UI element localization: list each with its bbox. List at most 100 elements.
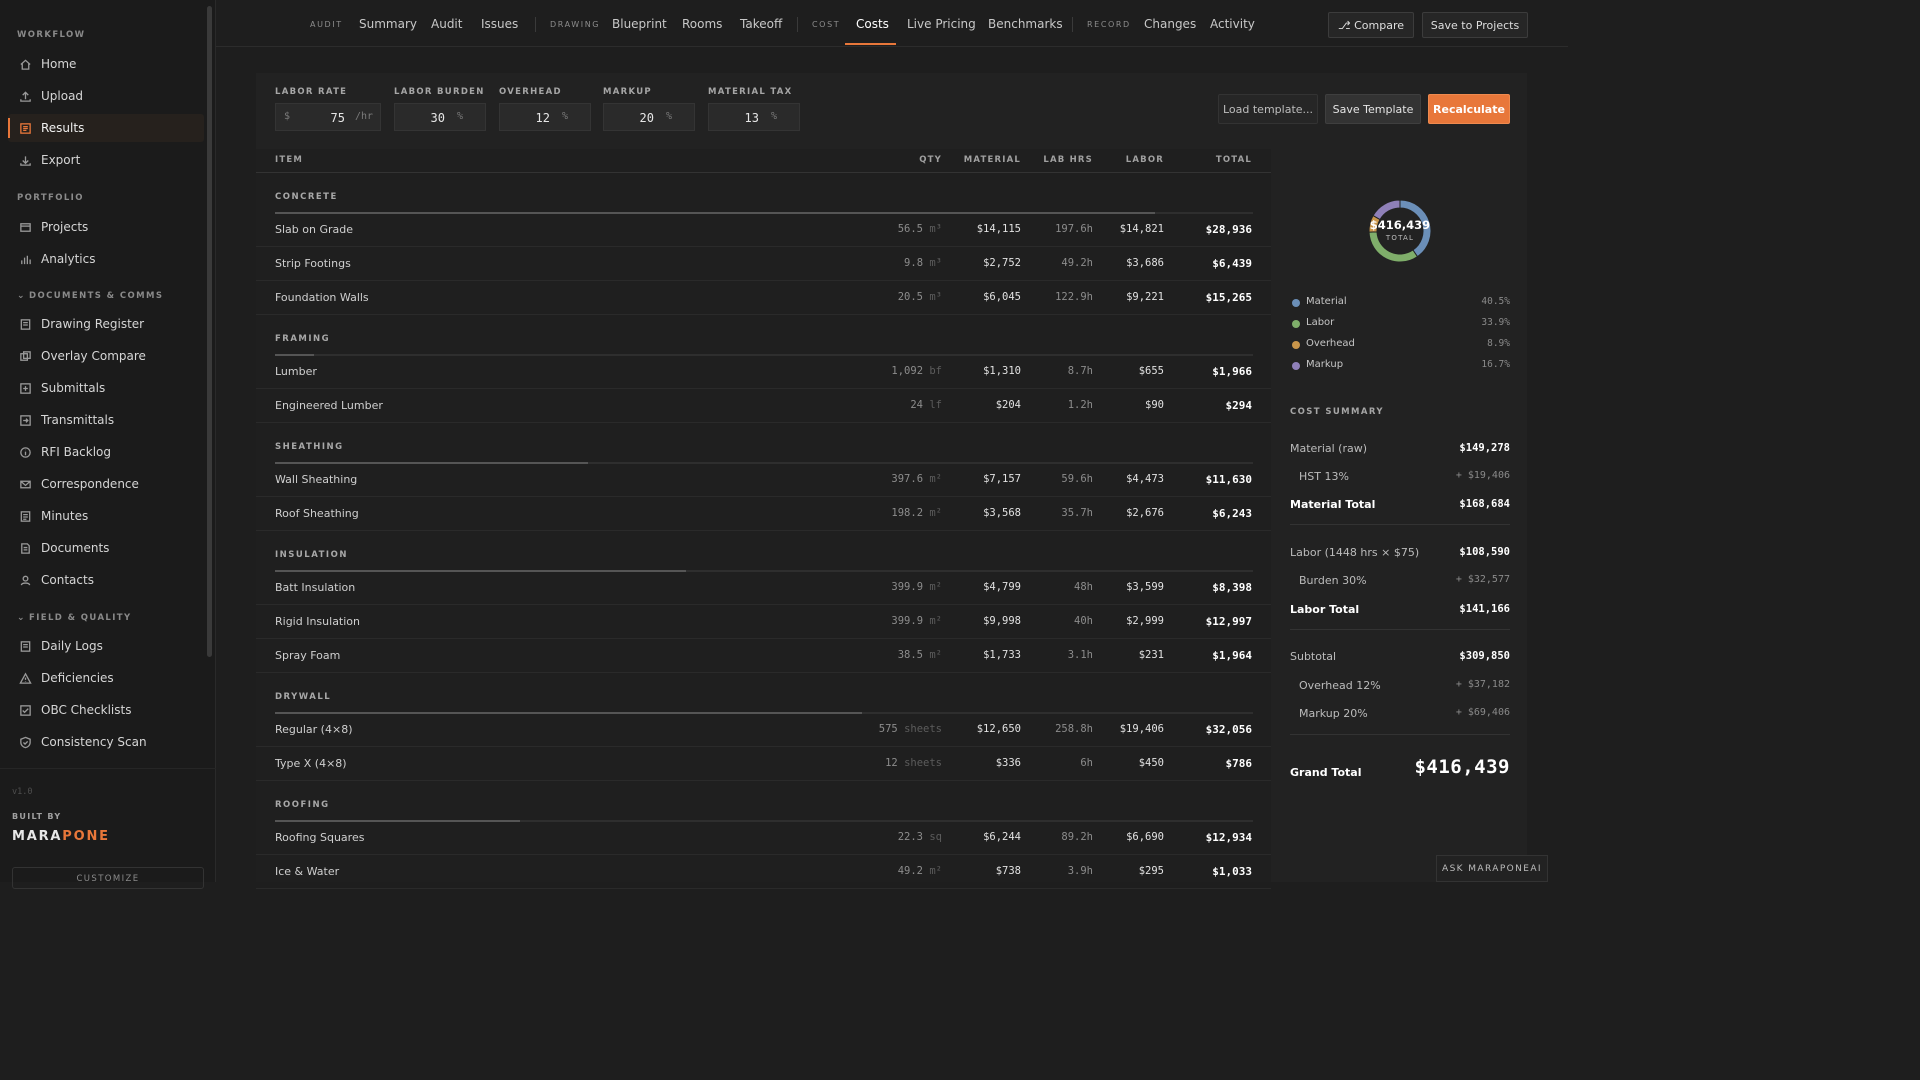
sidebar-item-projects[interactable]: Projects [8, 213, 204, 241]
sidebar-scrollbar[interactable] [207, 6, 212, 657]
overhead-input[interactable]: 12 % [499, 103, 591, 131]
compare-button[interactable]: ⎇ Compare [1328, 12, 1414, 38]
recalculate-button[interactable]: Recalculate [1428, 94, 1510, 124]
item-material: $9,998 [983, 615, 1021, 627]
material-tax-input[interactable]: 13 % [708, 103, 800, 131]
brand-part-b: PONE [62, 829, 110, 844]
sidebar-item-minutes[interactable]: Minutes [8, 502, 204, 530]
qty-value: 22.3 [897, 831, 924, 843]
item-total: $1,964 [1212, 649, 1252, 662]
sidebar-item-export[interactable]: Export [8, 146, 204, 174]
col-qty: QTY [919, 155, 942, 165]
item-labor: $4,473 [1126, 473, 1164, 485]
summary-label: Subtotal [1290, 650, 1337, 663]
item-material: $2,752 [983, 257, 1021, 269]
col-lab-hrs: LAB HRS [1043, 155, 1093, 165]
tab-live-pricing[interactable]: Live Pricing [907, 17, 976, 31]
load-template-button[interactable]: Load template... [1218, 94, 1318, 124]
sidebar-item-home[interactable]: Home [8, 50, 204, 78]
save-to-projects-button[interactable]: Save to Projects [1422, 12, 1528, 38]
tab-rooms[interactable]: Rooms [682, 17, 722, 31]
table-row[interactable]: Ice & Water 49.2 m² $738 3.9h $295 $1,033 [256, 855, 1271, 889]
tab-costs[interactable]: Costs [856, 17, 889, 31]
table-row[interactable]: Rigid Insulation 399.9 m² $9,998 40h $2,999 $… [256, 605, 1271, 639]
sidebar-item-contacts[interactable]: Contacts [8, 566, 204, 594]
item-name: Rigid Insulation [275, 615, 361, 628]
legend-percent: 40.5% [1481, 296, 1510, 307]
user-icon [18, 573, 32, 587]
section-field[interactable]: ⌄ FIELD & QUALITY [17, 613, 132, 623]
sidebar-item-submittals[interactable]: Submittals [8, 374, 204, 402]
tab-blueprint[interactable]: Blueprint [612, 17, 667, 31]
results-icon [18, 121, 32, 135]
table-row[interactable]: Foundation Walls 20.5 m³ $6,045 122.9h $9,22… [256, 281, 1271, 315]
sidebar-item-daily-logs[interactable]: Daily Logs [8, 632, 204, 660]
table-row[interactable]: Strip Footings 9.8 m³ $2,752 49.2h $3,686 $6,… [256, 247, 1271, 281]
item-lab-hrs: 258.8h [1055, 723, 1093, 735]
tab-summary[interactable]: Summary [359, 17, 417, 31]
sidebar-item-label: Home [41, 57, 77, 71]
sidebar-item-label: Upload [41, 89, 84, 103]
table-row[interactable]: Engineered Lumber 24 lf $204 1.2h $90 $294 [256, 389, 1271, 423]
table-row[interactable]: Batt Insulation 399.9 m² $4,799 48h $3,599 $8… [256, 571, 1271, 605]
sidebar-item-obc-checklists[interactable]: OBC Checklists [8, 696, 204, 724]
category-header: SHEATHING [275, 442, 344, 452]
item-name: Foundation Walls [275, 291, 369, 304]
table-row[interactable]: Wall Sheathing 397.6 m² $7,157 59.6h $4,473 $… [256, 463, 1271, 497]
item-total: $12,934 [1205, 831, 1252, 844]
sidebar-item-upload[interactable]: Upload [8, 82, 204, 110]
cost-summary-panel: $416,439 TOTAL Material 40.5% Labor 33.9% Ov… [1271, 149, 1527, 882]
overhead-label: OVERHEAD [499, 87, 562, 97]
sidebar-item-overlay-compare[interactable]: Overlay Compare [8, 342, 204, 370]
chevron-down-icon: ⌄ [17, 291, 26, 301]
projects-icon [18, 220, 32, 234]
tab-changes[interactable]: Changes [1144, 17, 1196, 31]
labor-rate-value: 75 [330, 111, 345, 125]
sidebar-item-documents[interactable]: Documents [8, 534, 204, 562]
table-row[interactable]: Regular (4×8) 575 sheets $12,650 258.8h $19,… [256, 713, 1271, 747]
table-row[interactable]: Slab on Grade 56.5 m³ $14,115 197.6h $14,821… [256, 213, 1271, 247]
table-row[interactable]: Lumber 1,092 bf $1,310 8.7h $655 $1,966 [256, 355, 1271, 389]
tab-issues[interactable]: Issues [481, 17, 518, 31]
section-documents[interactable]: ⌄ DOCUMENTS & COMMS [17, 291, 163, 301]
table-row[interactable]: Roof Sheathing 198.2 m² $3,568 35.7h $2,676 $… [256, 497, 1271, 531]
qty-unit: sq [929, 831, 942, 843]
sidebar-item-drawing-register[interactable]: Drawing Register [8, 310, 204, 338]
section-field-label: FIELD & QUALITY [29, 613, 132, 623]
qty-value: 399.9 [891, 581, 924, 593]
table-row[interactable]: Roofing Squares 22.3 sq $6,244 89.2h $6,690 $… [256, 821, 1271, 855]
sidebar-item-analytics[interactable]: Analytics [8, 245, 204, 273]
sidebar-item-deficiencies[interactable]: Deficiencies [8, 664, 204, 692]
sidebar-footer: v1.0 BUILT BY MARAPONE CUSTOMIZE [0, 768, 216, 889]
sidebar-item-rfi-backlog[interactable]: RFI Backlog [8, 438, 204, 466]
tab-audit[interactable]: Audit [431, 17, 462, 31]
log-icon [18, 639, 32, 653]
qty-unit: m³ [929, 223, 942, 235]
tab-takeoff[interactable]: Takeoff [740, 17, 782, 31]
markup-input[interactable]: 20 % [603, 103, 695, 131]
sidebar: WORKFLOW Home Upload Results Export PORT… [0, 0, 216, 889]
table-row[interactable]: Type X (4×8) 12 sheets $336 6h $450 $786 [256, 747, 1271, 781]
sidebar-item-results[interactable]: Results [8, 114, 204, 142]
sidebar-item-consistency-scan[interactable]: Consistency Scan [8, 728, 204, 756]
nav-separator [797, 17, 798, 32]
item-qty: 22.3 sq [898, 831, 942, 843]
sidebar-item-label: Consistency Scan [41, 735, 147, 749]
active-tab-indicator [845, 43, 896, 45]
item-name: Type X (4×8) [275, 757, 347, 770]
ask-ai-button[interactable]: ASK MARAPONEAI [1436, 855, 1548, 882]
item-name: Regular (4×8) [275, 723, 353, 736]
labor-rate-input[interactable]: $ 75 /hr [275, 103, 381, 131]
customize-button[interactable]: CUSTOMIZE [12, 867, 204, 889]
labor-burden-input[interactable]: 30 % [394, 103, 486, 131]
item-labor: $3,686 [1126, 257, 1164, 269]
nav-separator [535, 17, 536, 32]
save-template-button[interactable]: Save Template [1325, 94, 1421, 124]
sidebar-item-correspondence[interactable]: Correspondence [8, 470, 204, 498]
table-row[interactable]: Spray Foam 38.5 m² $1,733 3.1h $231 $1,964 [256, 639, 1271, 673]
labor-burden-label: LABOR BURDEN [394, 87, 485, 97]
tab-benchmarks[interactable]: Benchmarks [988, 17, 1063, 31]
tab-activity[interactable]: Activity [1210, 17, 1255, 31]
legend-item: Overhead 8.9% [1290, 338, 1510, 354]
sidebar-item-transmittals[interactable]: Transmittals [8, 406, 204, 434]
